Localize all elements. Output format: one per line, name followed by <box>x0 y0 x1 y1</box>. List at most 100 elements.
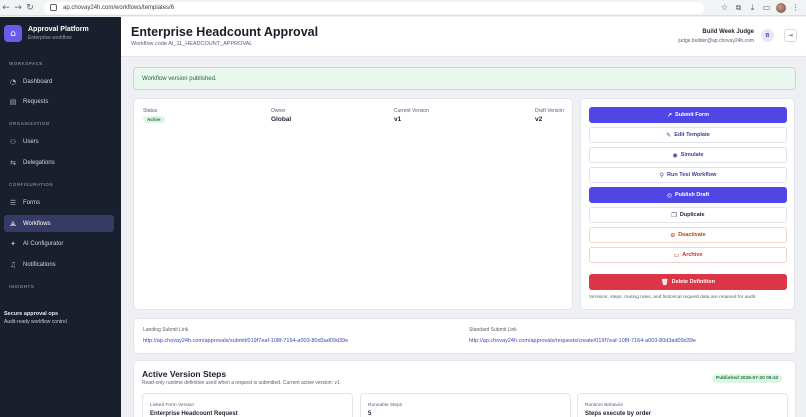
download-icon[interactable]: ⤓ <box>748 3 757 12</box>
sidebar-item-label: Dashboard <box>23 78 53 85</box>
sidebar-item-label: Forms <box>23 199 40 206</box>
workflow-meta-card: Status Active Owner Global Current Versi… <box>133 98 573 310</box>
sidebar-item-dashboard[interactable]: ◔ Dashboard <box>4 73 114 90</box>
back-icon[interactable]: ← <box>0 1 12 15</box>
eye-icon: ◎ <box>666 191 672 199</box>
avatar[interactable]: B <box>761 29 774 42</box>
duplicate-button[interactable]: ❐ Duplicate <box>589 207 787 223</box>
button-label: Delete Definition <box>671 279 716 285</box>
standard-link[interactable]: http://ap.chovay24h.com/approvals/reques… <box>469 338 696 344</box>
star-icon[interactable]: ☆ <box>720 3 729 12</box>
browser-profile-avatar[interactable] <box>776 2 786 13</box>
reload-icon[interactable]: ↻ <box>24 1 36 15</box>
publish-draft-button[interactable]: ◎ Publish Draft <box>589 187 787 203</box>
section-label-insights: INSIGHTS <box>9 284 35 289</box>
sidebar-item-users[interactable]: ⚇ Users <box>4 133 114 150</box>
owner-label: Owner <box>271 108 286 114</box>
status-label: Status <box>143 108 158 114</box>
sidebar-item-workflows[interactable]: ⟁ Workflows <box>4 215 114 232</box>
section-label-configuration: CONFIGURATION <box>9 182 54 187</box>
sidebar-item-delegations[interactable]: ⇆ Delegations <box>4 154 114 171</box>
document-icon: ▤ <box>9 97 17 106</box>
runtime-behavior-value: Steps execute by order <box>585 411 652 417</box>
flask-icon: ⚲ <box>659 171 665 179</box>
draft-version-value: v2 <box>535 116 543 123</box>
button-label: Run Test Workflow <box>667 172 717 178</box>
copy-icon: ❐ <box>671 211 677 219</box>
status-badge: Active <box>143 116 165 123</box>
button-label: Publish Draft <box>675 192 710 198</box>
archive-button[interactable]: ▭ Archive <box>589 247 787 263</box>
trash-icon: 🗑 <box>660 278 669 286</box>
sidebar-item-label: Delegations <box>23 159 55 166</box>
footer-title: Secure approval ops <box>4 311 59 317</box>
linked-form-label: Linked Form Version <box>150 403 194 408</box>
sidebar-item-label: Workflows <box>23 220 51 227</box>
bell-icon: ♫ <box>9 260 17 269</box>
edit-icon: ✎ <box>666 131 672 139</box>
sidebar-item-label: Notifications <box>23 261 56 268</box>
sidebar: ⌂ Approval Platform Enterprise workflow … <box>0 17 121 417</box>
brand-subtitle: Enterprise workflow <box>28 35 72 41</box>
linked-form-card: Linked Form Version Enterprise Headcount… <box>142 393 353 417</box>
page-header: Enterprise Headcount Approval Workflow c… <box>121 17 806 57</box>
runnable-steps-card: Runnable Steps 5 <box>360 393 571 417</box>
submit-form-button[interactable]: ↗ Submit Form <box>589 107 787 123</box>
landing-link[interactable]: http://ap.chovay24h.com/approvals/submit… <box>143 338 348 344</box>
extensions-icon[interactable]: ⧉ <box>734 3 743 12</box>
standard-link-label: Standard Submit Link <box>469 327 517 333</box>
user-name: Build Week Judge <box>702 29 754 35</box>
button-label: Archive <box>682 252 703 258</box>
section-label-workspace: WORKSPACE <box>9 61 43 66</box>
external-link-icon: ↗ <box>667 111 673 119</box>
button-label: Simulate <box>680 152 704 158</box>
current-version-value: v1 <box>394 116 402 123</box>
forms-icon: ☰ <box>9 198 17 207</box>
dashboard-icon: ◔ <box>9 77 17 86</box>
button-label: Duplicate <box>679 212 705 218</box>
button-label: Submit Form <box>675 112 709 118</box>
forward-icon[interactable]: → <box>12 1 24 15</box>
steps-title: Active Version Steps <box>142 369 227 379</box>
steps-subtitle: Read-only runtime definition used when a… <box>142 380 340 386</box>
alert-message: Workflow version published. <box>142 75 217 82</box>
landing-link-label: Landing Submit Link <box>143 327 189 333</box>
power-icon: ⊙ <box>670 231 676 239</box>
edit-template-button[interactable]: ✎ Edit Template <box>589 127 787 143</box>
section-label-organization: ORGANIZATION <box>9 121 50 126</box>
run-test-workflow-button[interactable]: ⚲ Run Test Workflow <box>589 167 787 183</box>
user-email: judge.builder@ap.chovay24h.com <box>678 38 754 44</box>
success-alert: Workflow version published. <box>133 67 796 90</box>
logout-icon[interactable]: ⇥ <box>784 29 797 42</box>
deactivate-button[interactable]: ⊙ Deactivate <box>589 227 787 243</box>
footer-subtitle: Audit-ready workflow control <box>4 319 67 325</box>
owner-value: Global <box>271 116 292 123</box>
url-text: ap.chovay24h.com/workflows/templates/6 <box>63 4 175 11</box>
browser-toolbar: ← → ↻ ap.chovay24h.com/workflows/templat… <box>0 0 806 16</box>
sidebar-item-label: Users <box>23 138 39 145</box>
retention-note: Versions, steps, routing rules, and hist… <box>589 295 757 300</box>
simulate-button[interactable]: ◉ Simulate <box>589 147 787 163</box>
page-title: Enterprise Headcount Approval <box>131 25 319 39</box>
browser-menu-icon[interactable]: ⋮ <box>791 3 800 12</box>
sidebar-item-label: AI Configurator <box>23 240 64 247</box>
split-view-icon[interactable]: ▭ <box>762 3 771 12</box>
delete-definition-button[interactable]: 🗑 Delete Definition <box>589 274 787 290</box>
sidebar-item-requests[interactable]: ▤ Requests <box>4 93 114 110</box>
users-icon: ⚇ <box>9 137 17 146</box>
sidebar-footer: Secure approval ops Audit-ready workflow… <box>4 311 67 325</box>
submit-links-card: Landing Submit Link http://ap.chovay24h.… <box>133 318 796 354</box>
sidebar-item-forms[interactable]: ☰ Forms <box>4 194 114 211</box>
current-version-label: Current Version <box>394 108 429 114</box>
brand-logo-icon: ⌂ <box>4 25 22 42</box>
button-label: Deactivate <box>678 232 706 238</box>
draft-version-label: Draft Version <box>535 108 564 114</box>
site-info-icon[interactable] <box>50 4 57 11</box>
sidebar-item-notifications[interactable]: ♫ Notifications <box>4 256 114 273</box>
workflow-icon: ⟁ <box>9 219 17 228</box>
runnable-steps-value: 5 <box>368 411 372 417</box>
address-bar[interactable]: ap.chovay24h.com/workflows/templates/6 <box>44 1 704 14</box>
sidebar-item-ai-configurator[interactable]: ✦ AI Configurator <box>4 235 114 252</box>
published-badge: Published 2026-07-20 09:42 <box>712 374 783 383</box>
ai-icon: ✦ <box>10 239 16 248</box>
